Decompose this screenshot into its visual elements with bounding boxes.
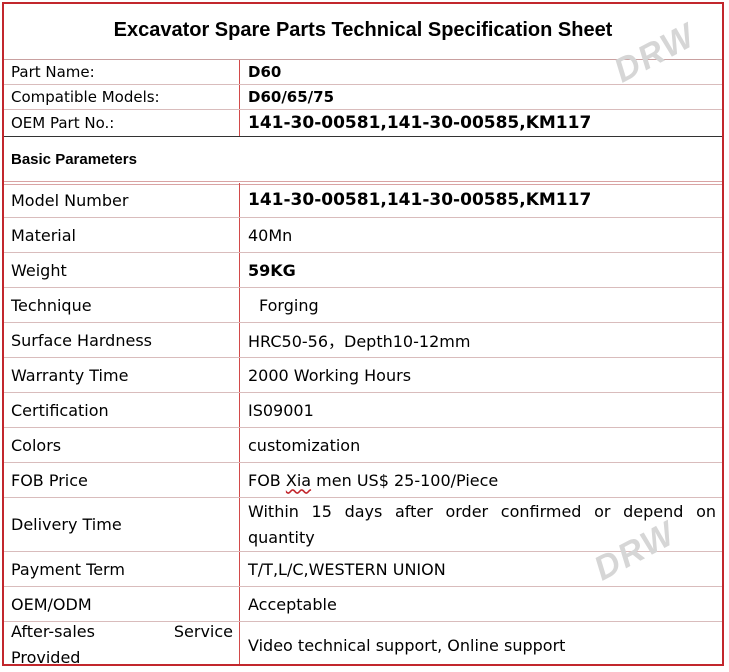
value-compatible-models: D60/65/75 [248,88,335,106]
label-colors: Colors [4,428,240,462]
value-oem-part-no: 141-30-00581,141-30-00585,KM117 [248,113,592,133]
value-fob-price: FOB Xia men US$ 25-100/Piece [241,463,722,497]
value-after-sales: Video technical support, Online support [248,635,566,655]
value-surface-hardness: HRC50-56，Depth10-12mm [248,332,471,351]
delivery-time-text: Within 15 days after order confirmed or … [248,502,716,547]
row-fob-price: FOB Price FOB Xia men US$ 25-100/Piece [4,463,722,498]
row-compatible-models: Compatible Models: D60/65/75 [4,85,722,110]
label-after-sales: After-sales Service Provided [11,622,233,666]
value-part-name: D60 [248,63,282,81]
row-delivery-time: Delivery Time Within 15 days after order… [4,498,722,552]
value-model-number: 141-30-00581,141-30-00585,KM117 [248,190,592,210]
row-weight: Weight 59KG [4,253,722,288]
sheet-title: Excavator Spare Parts Technical Specific… [4,4,722,60]
value-weight: 59KG [248,260,296,280]
label-payment-term: Payment Term [4,552,240,586]
row-technique: Technique Forging [4,288,722,323]
row-certification: Certification IS09001 [4,393,722,428]
label-oem-odm: OEM/ODM [4,587,240,621]
label-fob-price: FOB Price [4,463,240,497]
value-delivery-time-cell: Within 15 days after order confirmed or … [241,498,722,551]
label-after-sales-cell: After-sales Service Provided [4,622,240,666]
fob-price-suffix: men US$ 25-100/Piece [311,470,499,490]
value-payment-term: T/T,L/C,WESTERN UNION [248,559,446,579]
fob-price-prefix: FOB [248,470,286,490]
label-warranty-time: Warranty Time [4,358,240,392]
fob-price-city: Xia [285,470,312,490]
label-part-name: Part Name: [4,60,240,84]
value-oem-odm: Acceptable [248,594,337,614]
row-colors: Colors customization [4,428,722,463]
row-payment-term: Payment Term T/T,L/C,WESTERN UNION [4,552,722,587]
value-warranty-time: 2000 Working Hours [248,365,412,385]
row-after-sales: After-sales Service Provided Video techn… [4,622,722,666]
row-oem-part-no: OEM Part No.: 141-30-00581,141-30-00585,… [4,110,722,136]
value-delivery-time: Within 15 days after order confirmed or … [248,498,716,551]
label-technique: Technique [4,288,240,322]
label-material: Material [4,218,240,252]
label-model-number: Model Number [4,183,240,217]
label-oem-part-no: OEM Part No.: [4,110,240,136]
spec-sheet: Excavator Spare Parts Technical Specific… [2,2,724,666]
label-compatible-models: Compatible Models: [4,85,240,109]
row-model-number: Model Number 141-30-00581,141-30-00585,K… [4,183,722,218]
label-certification: Certification [4,393,240,427]
row-oem-odm: OEM/ODM Acceptable [4,587,722,622]
row-surface-hardness: Surface Hardness HRC50-56，Depth10-12mm [4,323,722,358]
label-surface-hardness: Surface Hardness [4,323,240,357]
row-material: Material 40Mn [4,218,722,253]
value-technique: Forging [259,295,319,315]
value-colors: customization [248,435,361,455]
label-delivery-time: Delivery Time [4,498,240,551]
section-basic-parameters: Basic Parameters [4,136,722,185]
value-certification: IS09001 [248,400,314,420]
row-warranty-time: Warranty Time 2000 Working Hours [4,358,722,393]
row-part-name: Part Name: D60 [4,60,722,85]
label-weight: Weight [4,253,240,287]
value-material: 40Mn [248,225,293,245]
